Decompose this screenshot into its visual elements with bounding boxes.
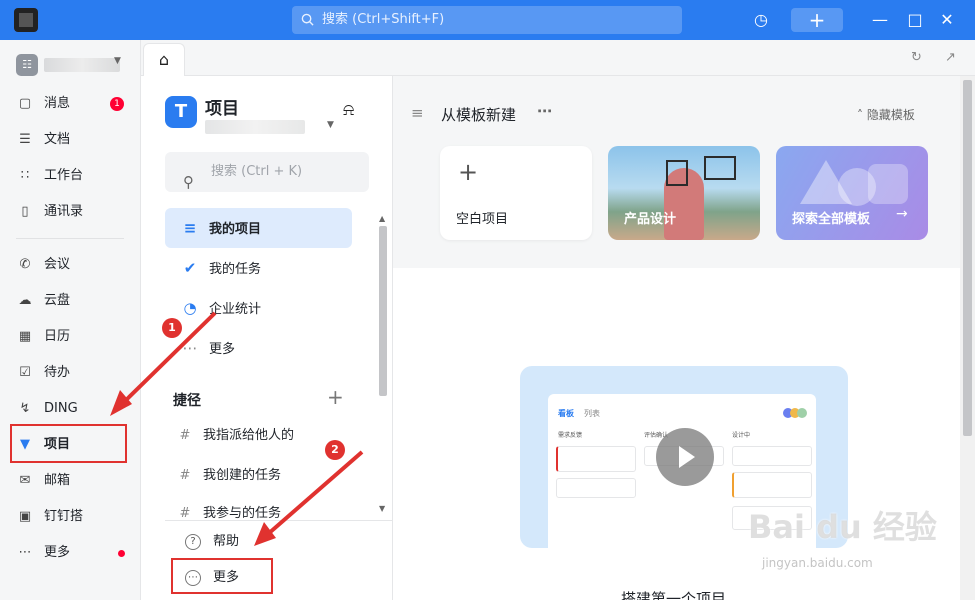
annotation-arrow-2: [266, 450, 364, 536]
watermark: Bai du 经验 jingyan.baidu.com: [748, 498, 948, 578]
step-marker-1: 1: [162, 318, 182, 338]
watermark-url: jingyan.baidu.com: [762, 556, 873, 570]
arrowhead: [254, 522, 276, 546]
watermark-logo: Bai du 经验: [748, 508, 937, 546]
arrowhead: [110, 390, 132, 416]
step-marker-2: 2: [325, 440, 345, 460]
